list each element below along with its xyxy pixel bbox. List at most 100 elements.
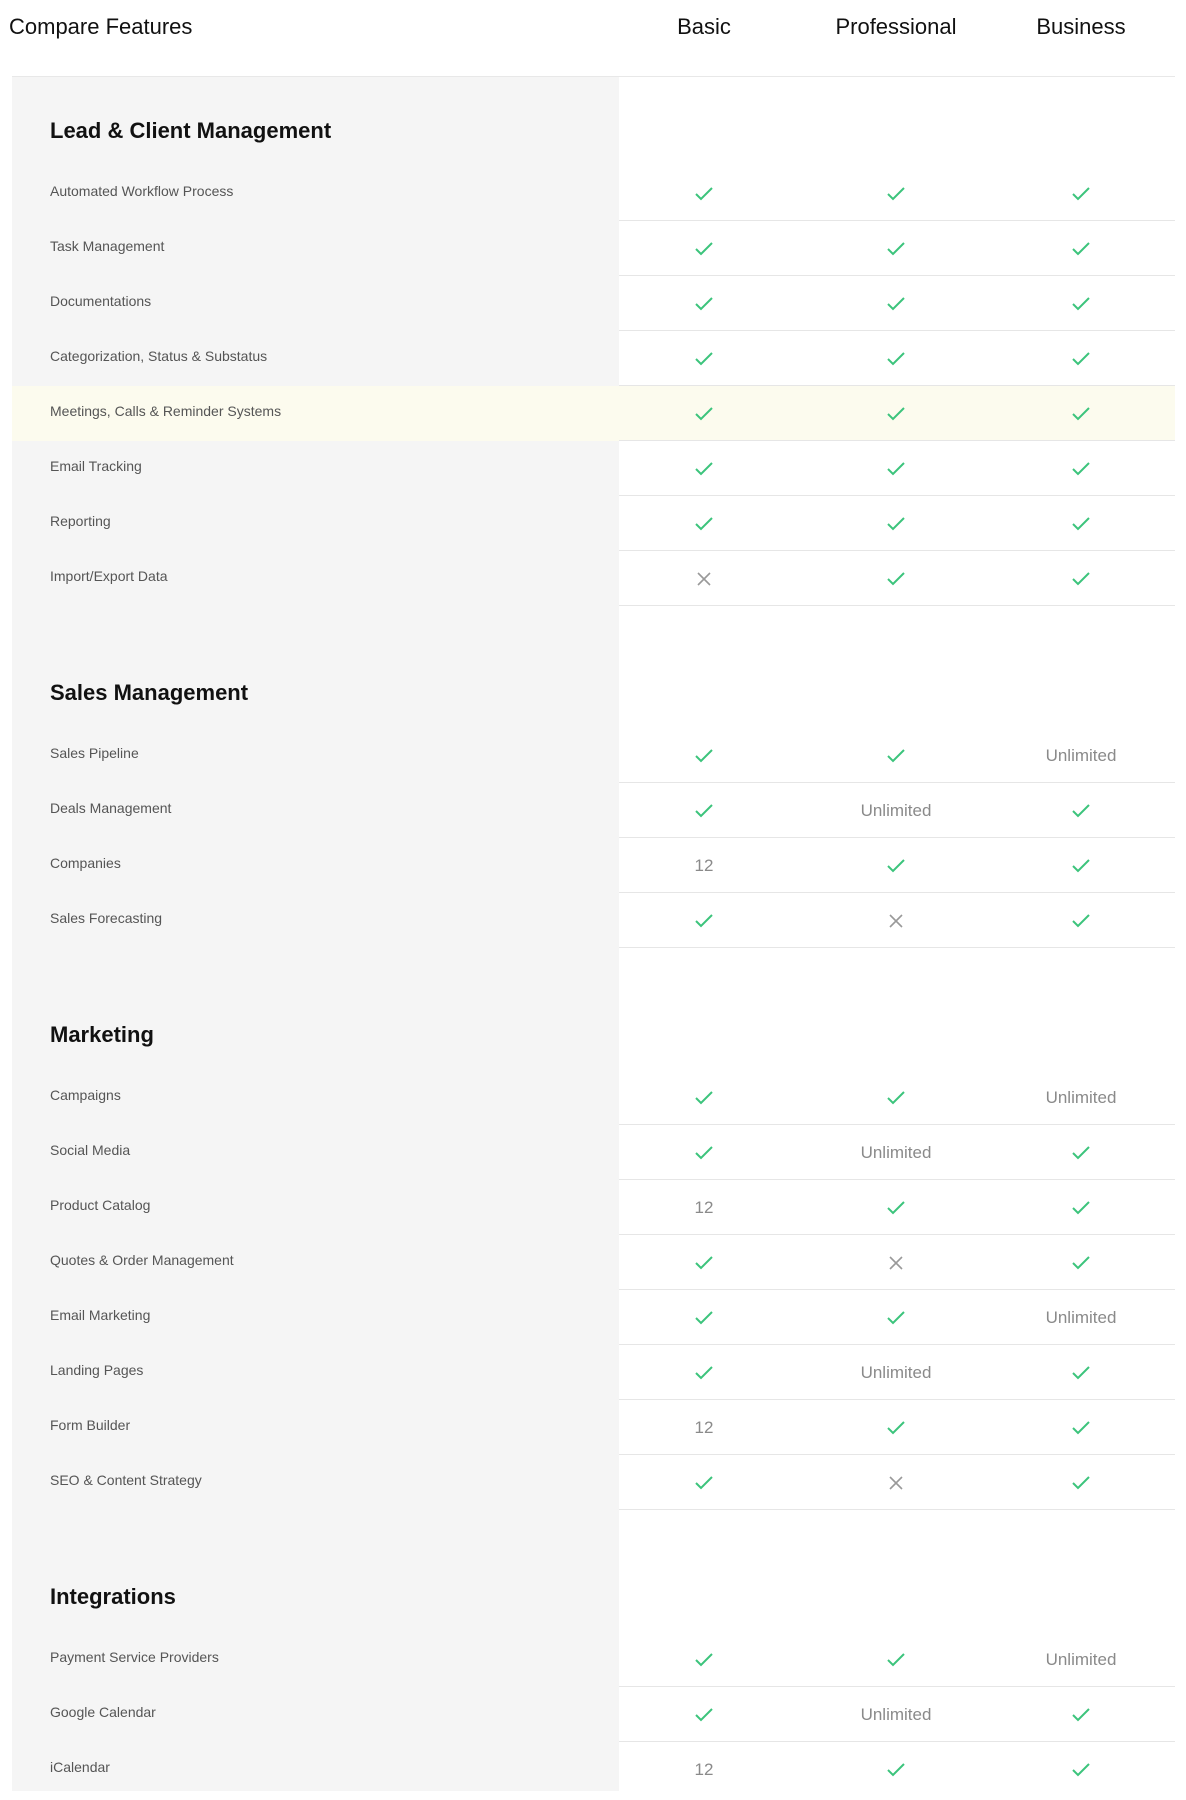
feature-row: Social Media Unlimited xyxy=(12,1125,1175,1180)
check-icon xyxy=(1001,893,1161,948)
check-icon xyxy=(624,1345,784,1400)
feature-label: Automated Workflow Process xyxy=(50,183,234,199)
feature-row: Campaigns Unlimited xyxy=(12,1070,1175,1125)
check-icon xyxy=(624,1125,784,1180)
feature-label: Email Tracking xyxy=(50,458,142,474)
feature-row: Quotes & Order Management xyxy=(12,1235,1175,1290)
feature-label: Landing Pages xyxy=(50,1362,144,1378)
feature-label: Product Catalog xyxy=(50,1197,151,1213)
section-title: Sales Management xyxy=(50,680,249,705)
check-icon xyxy=(624,496,784,551)
check-icon xyxy=(1001,331,1161,386)
check-icon xyxy=(624,386,784,441)
plan-basic-header: Basic xyxy=(677,14,731,39)
check-icon xyxy=(624,1290,784,1345)
check-icon xyxy=(1001,166,1161,221)
feature-label: Task Management xyxy=(50,238,165,254)
basic-value: 12 xyxy=(694,855,714,875)
check-icon xyxy=(624,728,784,783)
check-icon xyxy=(624,1632,784,1687)
check-icon xyxy=(816,496,976,551)
plan-business-header: Business xyxy=(1036,14,1126,39)
business-value: Unlimited xyxy=(1045,1087,1117,1107)
professional-value: Unlimited xyxy=(860,1362,932,1382)
feature-row: Landing Pages Unlimited xyxy=(12,1345,1175,1400)
check-icon xyxy=(1001,441,1161,496)
feature-label: Companies xyxy=(50,855,121,871)
feature-label: Form Builder xyxy=(50,1417,131,1433)
check-icon xyxy=(1001,1235,1161,1290)
feature-label: Google Calendar xyxy=(50,1704,156,1720)
check-icon xyxy=(1001,1125,1161,1180)
business-value: Unlimited xyxy=(1045,1307,1117,1327)
check-icon xyxy=(1001,1345,1161,1400)
check-icon xyxy=(1001,386,1161,441)
section-title: Integrations xyxy=(50,1584,176,1609)
feature-label: Reporting xyxy=(50,513,111,529)
feature-row: Meetings, Calls & Reminder Systems xyxy=(12,386,1175,441)
check-icon xyxy=(624,276,784,331)
check-icon xyxy=(624,1455,784,1510)
feature-row: Sales Pipeline Unlimited xyxy=(12,728,1175,783)
check-icon xyxy=(816,331,976,386)
check-icon xyxy=(1001,221,1161,276)
feature-row: Email Marketing Unlimited xyxy=(12,1290,1175,1345)
check-icon xyxy=(1001,551,1161,606)
business-value: Unlimited xyxy=(1045,1649,1117,1669)
check-icon xyxy=(1001,1687,1161,1742)
check-icon xyxy=(1001,1742,1161,1797)
feature-comparison-table: Lead & Client Management Automated Workfl… xyxy=(12,77,1175,1797)
check-icon xyxy=(816,551,976,606)
feature-row: Sales Forecasting xyxy=(12,893,1175,948)
feature-row: Automated Workflow Process xyxy=(12,166,1175,221)
cross-icon xyxy=(816,1455,976,1510)
check-icon xyxy=(624,166,784,221)
check-icon xyxy=(624,221,784,276)
feature-row: Payment Service Providers Unlimited xyxy=(12,1632,1175,1687)
feature-row: iCalendar 12 xyxy=(12,1742,1175,1797)
check-icon xyxy=(624,441,784,496)
feature-label: Deals Management xyxy=(50,800,172,816)
check-icon xyxy=(624,893,784,948)
cross-icon xyxy=(816,1235,976,1290)
feature-row: Form Builder 12 xyxy=(12,1400,1175,1455)
feature-row: Google Calendar Unlimited xyxy=(12,1687,1175,1742)
feature-row: Task Management xyxy=(12,221,1175,276)
check-icon xyxy=(1001,1180,1161,1235)
section-title: Lead & Client Management xyxy=(50,118,332,143)
feature-row: Import/Export Data xyxy=(12,551,1175,606)
basic-value: 12 xyxy=(694,1417,714,1437)
table-header: Compare Features Basic Professional Busi… xyxy=(0,0,1186,77)
feature-label: Campaigns xyxy=(50,1087,121,1103)
check-icon xyxy=(816,221,976,276)
professional-value: Unlimited xyxy=(860,1142,932,1162)
check-icon xyxy=(1001,1455,1161,1510)
plan-professional-header: Professional xyxy=(835,14,957,39)
section-header: Marketing xyxy=(12,948,1175,1070)
check-icon xyxy=(816,441,976,496)
check-icon xyxy=(816,838,976,893)
professional-value: Unlimited xyxy=(860,1704,932,1724)
check-icon xyxy=(816,1632,976,1687)
check-icon xyxy=(816,276,976,331)
check-icon xyxy=(624,783,784,838)
feature-label: Meetings, Calls & Reminder Systems xyxy=(50,403,282,419)
feature-row: Deals Management Unlimited xyxy=(12,783,1175,838)
check-icon xyxy=(1001,838,1161,893)
feature-label: iCalendar xyxy=(50,1759,110,1775)
section-header: Sales Management xyxy=(12,606,1175,728)
check-icon xyxy=(1001,496,1161,551)
cross-icon xyxy=(624,551,784,606)
check-icon xyxy=(624,1235,784,1290)
section-header: Lead & Client Management xyxy=(12,77,1175,166)
feature-row: Reporting xyxy=(12,496,1175,551)
feature-label: Sales Forecasting xyxy=(50,910,163,926)
cross-icon xyxy=(816,893,976,948)
check-icon xyxy=(816,166,976,221)
check-icon xyxy=(816,386,976,441)
feature-label: Sales Pipeline xyxy=(50,745,139,761)
feature-label: Quotes & Order Management xyxy=(50,1252,234,1268)
check-icon xyxy=(624,1687,784,1742)
feature-label: Email Marketing xyxy=(50,1307,151,1323)
feature-label: Payment Service Providers xyxy=(50,1649,219,1665)
